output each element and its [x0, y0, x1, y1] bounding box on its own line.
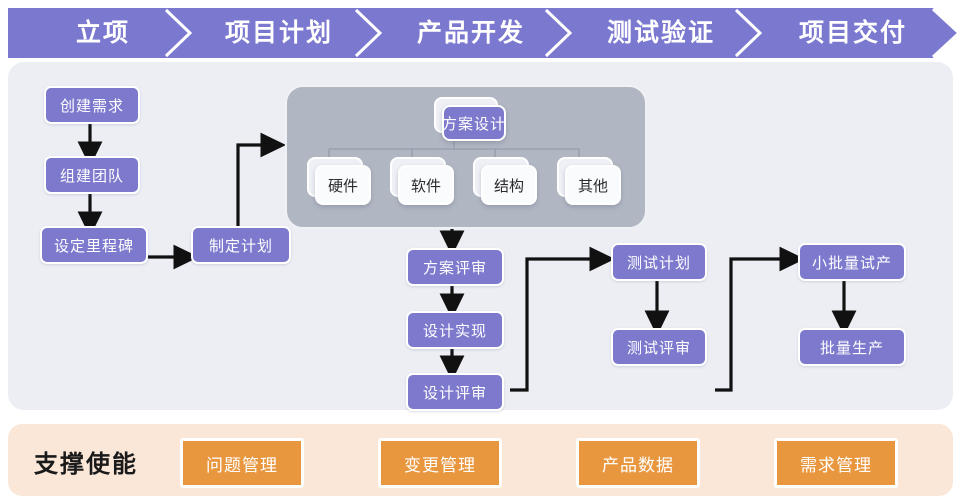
phase-label-1: 项目计划 — [224, 19, 333, 47]
node-label: 创建需求 — [59, 97, 124, 115]
node-label: 方案评审 — [422, 259, 487, 277]
node-label: 小批量试产 — [811, 254, 892, 272]
phase-label-3: 测试验证 — [606, 19, 715, 47]
phase-item-2[interactable]: 产品开发 — [396, 16, 546, 50]
design-child-card-structure[interactable]: 结构 — [473, 157, 537, 205]
phase-label-0: 立项 — [75, 19, 130, 47]
card-face[interactable]: 硬件 — [315, 165, 371, 205]
support-title: 支撑使能 — [34, 451, 138, 478]
node-label: 批量生产 — [819, 339, 884, 357]
card-label: 方案设计 — [442, 115, 507, 133]
flow-panel: 创建需求 组建团队 设定里程碑 制定计划 方案设计 硬件 软件 结构 其他 方案… — [8, 62, 953, 411]
design-child-card-other[interactable]: 其他 — [557, 157, 621, 205]
diagram-canvas: 立项 项目计划 产品开发 测试验证 项目交付 创建需求 组建团队 设定里程碑 制… — [0, 0, 961, 500]
node-label: 设定里程碑 — [53, 237, 134, 255]
node-design-implement[interactable]: 设计实现 — [406, 311, 504, 349]
card-label: 硬件 — [327, 177, 358, 195]
support-chip-issue-management[interactable]: 问题管理 — [180, 438, 304, 488]
chip-label: 需求管理 — [800, 455, 872, 475]
node-mass-production[interactable]: 批量生产 — [798, 328, 906, 366]
design-child-card-hardware[interactable]: 硬件 — [307, 157, 371, 205]
card-label: 其他 — [577, 177, 608, 195]
chip-label: 问题管理 — [206, 455, 278, 475]
chip-label: 变更管理 — [404, 455, 476, 475]
phase-item-4[interactable]: 项目交付 — [778, 16, 928, 50]
card-label: 结构 — [493, 177, 524, 195]
node-set-milestone[interactable]: 设定里程碑 — [40, 226, 148, 264]
phase-header-bar: 立项 项目计划 产品开发 测试验证 项目交付 — [8, 8, 961, 58]
support-enable-bar: 支撑使能 问题管理 变更管理 产品数据 需求管理 — [8, 424, 953, 496]
card-face[interactable]: 结构 — [481, 165, 537, 205]
node-scheme-review[interactable]: 方案评审 — [406, 248, 504, 286]
design-child-card-software[interactable]: 软件 — [390, 157, 454, 205]
node-design-review[interactable]: 设计评审 — [406, 373, 504, 411]
phase-item-3[interactable]: 测试验证 — [586, 16, 736, 50]
phase-item-1[interactable]: 项目计划 — [204, 16, 354, 50]
node-label: 制定计划 — [208, 237, 273, 255]
node-label: 设计评审 — [422, 384, 487, 402]
phase-label-2: 产品开发 — [416, 19, 525, 47]
node-label: 测试计划 — [626, 254, 691, 272]
card-face[interactable]: 其他 — [565, 165, 621, 205]
chip-label: 产品数据 — [602, 455, 674, 475]
support-chip-product-data[interactable]: 产品数据 — [576, 438, 700, 488]
card-face[interactable]: 方案设计 — [442, 105, 506, 141]
design-root-card[interactable]: 方案设计 — [434, 97, 506, 141]
node-label: 组建团队 — [59, 167, 124, 185]
node-build-team[interactable]: 组建团队 — [44, 156, 140, 194]
card-face[interactable]: 软件 — [398, 165, 454, 205]
node-make-plan[interactable]: 制定计划 — [191, 226, 291, 264]
phase-label-4: 项目交付 — [798, 19, 907, 47]
node-test-review[interactable]: 测试评审 — [611, 328, 707, 366]
node-create-requirement[interactable]: 创建需求 — [44, 86, 140, 124]
node-label: 测试评审 — [626, 339, 691, 357]
phase-item-0[interactable]: 立项 — [38, 16, 168, 50]
support-chip-change-management[interactable]: 变更管理 — [378, 438, 502, 488]
design-group-container: 方案设计 硬件 软件 结构 其他 — [285, 85, 647, 229]
node-test-plan[interactable]: 测试计划 — [611, 243, 707, 281]
card-label: 软件 — [410, 177, 441, 195]
support-chip-requirement-management[interactable]: 需求管理 — [774, 438, 898, 488]
node-label: 设计实现 — [422, 322, 487, 340]
node-small-batch-trial[interactable]: 小批量试产 — [798, 243, 906, 281]
